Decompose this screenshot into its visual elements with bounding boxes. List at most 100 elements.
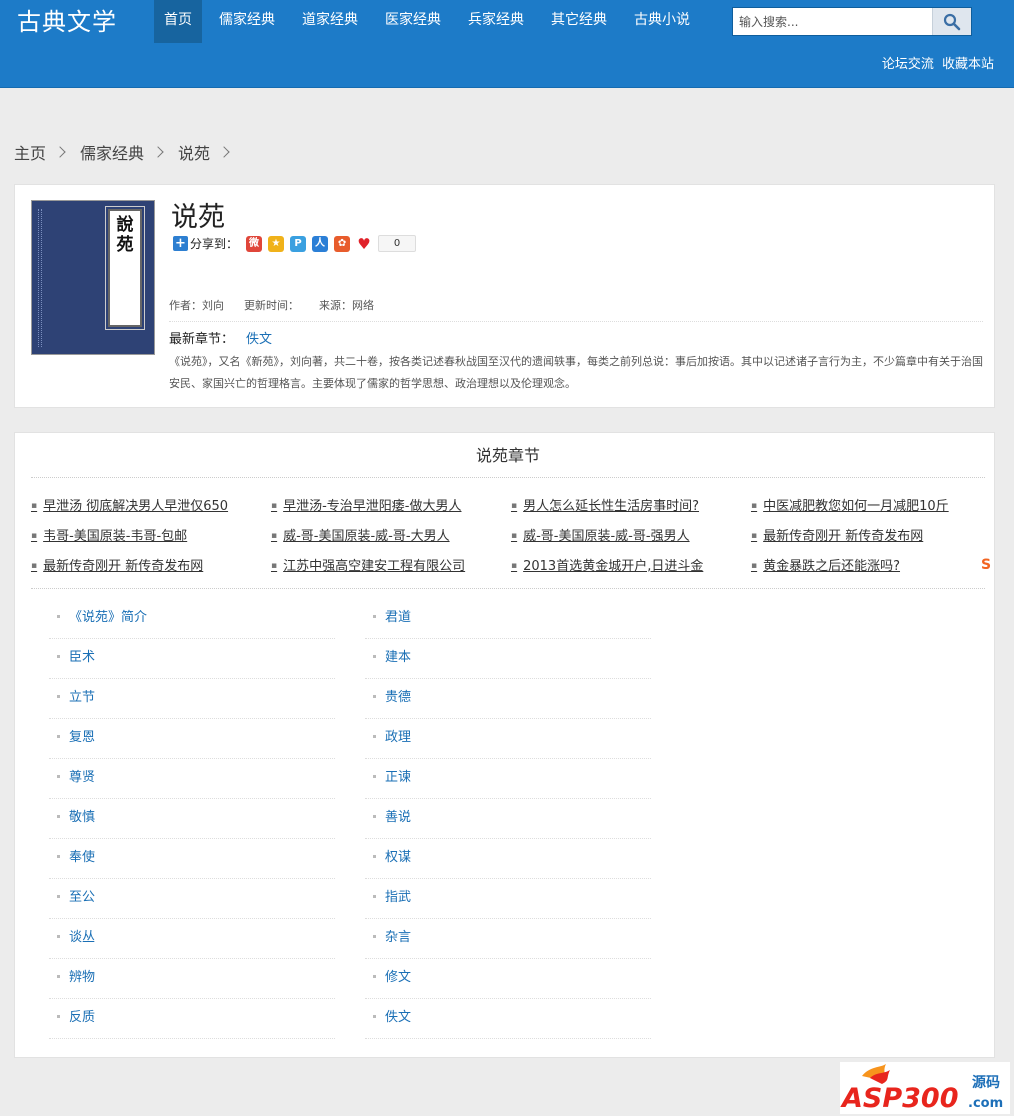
ad-link[interactable]: 黄金暴跌之后还能涨吗? xyxy=(751,555,900,574)
qzone-icon[interactable]: ★ xyxy=(268,235,285,252)
list-item: 建本 xyxy=(365,639,651,679)
list-item: 指武 xyxy=(365,879,651,919)
chapter-link[interactable]: 佚文 xyxy=(385,1010,411,1025)
share-plus-icon[interactable]: + xyxy=(173,236,188,251)
chapter-link[interactable]: 建本 xyxy=(385,650,411,665)
chapter-link[interactable]: 贵德 xyxy=(385,690,411,705)
ad-link[interactable]: 威-哥-美国原装-威-哥-大男人 xyxy=(271,525,449,544)
nav-item-confucian[interactable]: 儒家经典 xyxy=(209,0,285,43)
chapter-link[interactable]: 君道 xyxy=(385,610,411,625)
list-item: 敬慎 xyxy=(49,799,335,839)
nav-item-home[interactable]: 首页 xyxy=(154,0,202,43)
ad-link[interactable]: 2013首选黄金城开户,日进斗金 xyxy=(511,555,703,574)
list-item: 辨物 xyxy=(49,959,335,999)
forum-link[interactable]: 论坛交流 xyxy=(882,57,934,72)
chapter-link[interactable]: 指武 xyxy=(385,890,411,905)
site-logo[interactable]: 古典文学 xyxy=(17,6,117,38)
weibo-icon[interactable]: 微 xyxy=(246,235,263,252)
chapter-link[interactable]: 《说苑》简介 xyxy=(69,610,147,625)
chapter-link[interactable]: 尊贤 xyxy=(69,770,95,785)
ad-link[interactable]: 最新传奇刚开 新传奇发布网 xyxy=(31,555,203,574)
chapter-link[interactable]: 杂言 xyxy=(385,930,411,945)
chevron-right-icon xyxy=(218,146,230,158)
ad-link[interactable]: 江苏中强高空建安工程有限公司 xyxy=(271,555,465,574)
breadcrumb-category[interactable]: 儒家经典 xyxy=(80,140,144,164)
breadcrumb: 主页 儒家经典 说苑 xyxy=(14,140,244,164)
list-item: 谈丛 xyxy=(49,919,335,959)
list-item: 佚文 xyxy=(365,999,651,1039)
chapter-link[interactable]: 谈丛 xyxy=(69,930,95,945)
ad-link[interactable]: 中医减肥教您如何一月减肥10斤 xyxy=(751,495,949,514)
book-meta: 作者：刘向 更新时间： 来源：网络 xyxy=(169,297,374,313)
watermark-domain: .com xyxy=(968,1096,1003,1111)
book-source: 来源：网络 xyxy=(319,299,374,312)
chapter-link[interactable]: 奉使 xyxy=(69,850,95,865)
share-count: 0 xyxy=(378,235,417,252)
nav-item-other[interactable]: 其它经典 xyxy=(541,0,617,43)
site-header: 古典文学 首页 儒家经典 道家经典 医家经典 兵家经典 其它经典 古典小说 论坛… xyxy=(0,0,1014,88)
chapter-link[interactable]: 敬慎 xyxy=(69,810,95,825)
chapter-list-right: 君道 建本 贵德 政理 正谏 善说 权谋 指武 杂言 修文 佚文 xyxy=(365,599,651,1039)
chapter-link[interactable]: 政理 xyxy=(385,730,411,745)
search-button[interactable] xyxy=(932,8,971,35)
list-item: 复恩 xyxy=(49,719,335,759)
nav-item-medical[interactable]: 医家经典 xyxy=(375,0,451,43)
ad-link[interactable]: 早泄汤-专治早泄阳痿-做大男人 xyxy=(271,495,461,514)
chapters-title: 说苑章节 xyxy=(31,443,985,478)
ad-link[interactable]: 男人怎么延长性生活房事时间? xyxy=(511,495,699,514)
bookmark-link[interactable]: 收藏本站 xyxy=(942,57,994,72)
share-bar: + 分享到： 微 ★ P 人 ✿ ♥ 0 xyxy=(173,235,417,252)
chapter-link[interactable]: 修文 xyxy=(385,970,411,985)
heart-icon[interactable]: ♥ xyxy=(356,236,372,252)
breadcrumb-home[interactable]: 主页 xyxy=(14,140,46,164)
latest-label: 最新章节： xyxy=(169,332,235,347)
chapter-link[interactable]: 正谏 xyxy=(385,770,411,785)
chapter-link[interactable]: 善说 xyxy=(385,810,411,825)
latest-chapter-link[interactable]: 佚文 xyxy=(246,332,272,347)
chapter-link[interactable]: 立节 xyxy=(69,690,95,705)
nav-item-taoist[interactable]: 道家经典 xyxy=(292,0,368,43)
chapter-link[interactable]: 反质 xyxy=(69,1010,95,1025)
top-links: 论坛交流 收藏本站 xyxy=(878,53,994,72)
kaixin-icon[interactable]: ✿ xyxy=(334,235,351,252)
chapter-link[interactable]: 至公 xyxy=(69,890,95,905)
search-box xyxy=(732,7,972,36)
cover-binding xyxy=(38,209,42,347)
book-cover: 說苑 xyxy=(31,200,155,355)
list-item: 尊贤 xyxy=(49,759,335,799)
main-nav: 首页 儒家经典 道家经典 医家经典 兵家经典 其它经典 古典小说 xyxy=(154,0,707,43)
renren-icon[interactable]: 人 xyxy=(312,235,329,252)
chapter-link[interactable]: 辨物 xyxy=(69,970,95,985)
list-item: 立节 xyxy=(49,679,335,719)
search-input[interactable] xyxy=(733,8,933,35)
ad-link[interactable]: 威-哥-美国原装-威-哥-强男人 xyxy=(511,525,689,544)
chapter-list-left: 《说苑》简介 臣术 立节 复恩 尊贤 敬慎 奉使 至公 谈丛 辨物 反质 xyxy=(49,599,335,1039)
cover-label: 說苑 xyxy=(105,206,145,330)
watermark-logo: ASP300 源码 .com xyxy=(840,1062,1010,1114)
list-item: 臣术 xyxy=(49,639,335,679)
breadcrumb-book[interactable]: 说苑 xyxy=(178,140,210,164)
list-item: 反质 xyxy=(49,999,335,1039)
book-updated: 更新时间： xyxy=(244,299,299,312)
list-item: 君道 xyxy=(365,599,651,639)
book-intro: 《说苑》，又名《新苑》，刘向著，共二十卷，按各类记述春秋战国至汉代的遗闻轶事，每… xyxy=(169,355,983,390)
chapter-link[interactable]: 复恩 xyxy=(69,730,95,745)
ad-link[interactable]: 早泄汤 彻底解决男人早泄仅650 xyxy=(31,495,228,514)
share-label: 分享到： xyxy=(190,237,239,251)
nav-item-novels[interactable]: 古典小说 xyxy=(624,0,700,43)
list-item: 《说苑》简介 xyxy=(49,599,335,639)
divider xyxy=(169,321,983,322)
chevron-right-icon xyxy=(152,146,164,158)
list-item: 善说 xyxy=(365,799,651,839)
ad-provider-logo[interactable]: S xyxy=(981,557,991,573)
tencent-weibo-icon[interactable]: P xyxy=(290,235,307,252)
list-item: 政理 xyxy=(365,719,651,759)
chapter-link[interactable]: 权谋 xyxy=(385,850,411,865)
ad-link[interactable]: 韦哥-美国原装-韦哥-包邮 xyxy=(31,525,187,544)
ad-link[interactable]: 最新传奇刚开 新传奇发布网 xyxy=(751,525,923,544)
chapter-link[interactable]: 臣术 xyxy=(69,650,95,665)
list-item: 权谋 xyxy=(365,839,651,879)
list-item: 修文 xyxy=(365,959,651,999)
cover-title: 說苑 xyxy=(116,215,134,255)
nav-item-military[interactable]: 兵家经典 xyxy=(458,0,534,43)
